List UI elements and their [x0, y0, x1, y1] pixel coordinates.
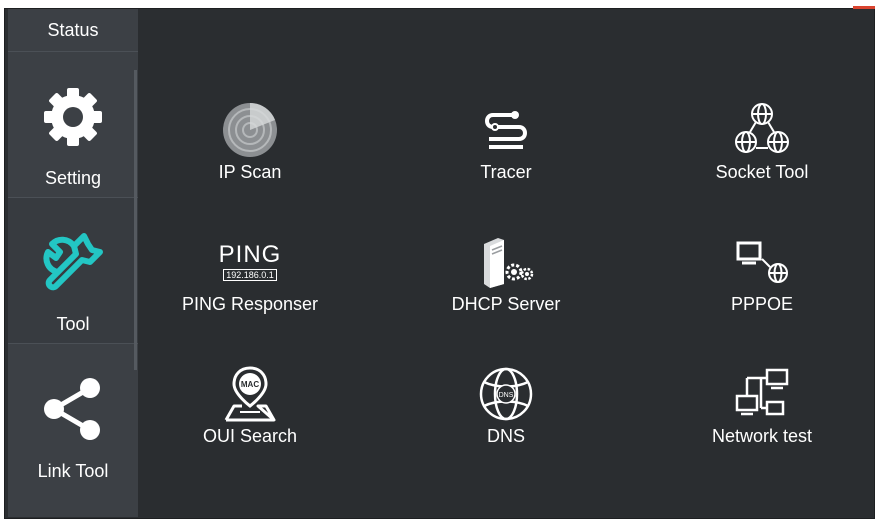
tool-tracer[interactable]: Tracer — [406, 98, 606, 208]
tool-label: Tracer — [480, 162, 532, 182]
globe-network-icon — [730, 98, 794, 162]
status-tab[interactable]: Status — [8, 9, 138, 52]
tool-ping-responser[interactable]: PING 192.186.0.1 PING Responser — [150, 230, 350, 340]
mac-location-icon: MAC — [218, 362, 282, 426]
tool-label: DNS — [486, 426, 525, 446]
tool-network-test[interactable]: Network test — [662, 362, 862, 472]
ping-icon: PING 192.186.0.1 — [218, 230, 282, 294]
dns-globe-icon: DNS — [474, 362, 538, 426]
tool-dhcp-server[interactable]: DHCP Server — [406, 230, 606, 340]
sidebar-item-label: Link Tool — [37, 461, 109, 481]
window-corner-accent — [853, 6, 875, 9]
wrench-icon — [38, 228, 108, 298]
server-gears-icon — [474, 230, 538, 294]
tool-ip-scan[interactable]: IP Scan — [150, 98, 350, 208]
ping-icon-text: PING — [218, 241, 282, 268]
mac-icon-text: MAC — [241, 380, 259, 389]
tool-socket-tool[interactable]: Socket Tool — [662, 98, 862, 208]
ping-icon-address: 192.186.0.1 — [223, 269, 277, 281]
sidebar-item-label: Tool — [56, 314, 90, 334]
share-icon — [38, 374, 108, 444]
dns-icon-text: DNS — [499, 392, 514, 399]
tool-label: PING Responser — [181, 294, 319, 314]
tool-label: Network test — [711, 426, 813, 446]
tool-pppoe[interactable]: PPPOE — [662, 230, 862, 340]
sidebar-item-tool[interactable]: Tool — [8, 198, 138, 344]
sidebar: Status Setting Tool Link Tool — [8, 9, 138, 517]
radar-icon — [218, 98, 282, 162]
sidebar-scrollbar[interactable] — [134, 70, 137, 370]
tool-label: OUI Search — [202, 426, 298, 446]
tool-label: IP Scan — [218, 162, 282, 182]
route-icon — [474, 98, 538, 162]
sidebar-item-setting[interactable]: Setting — [8, 52, 138, 198]
sidebar-item-link-tool[interactable]: Link Tool — [8, 344, 138, 490]
tool-panel: IP Scan Tracer Socket Tool PING 192.186.… — [138, 20, 873, 517]
monitor-globe-icon — [730, 230, 794, 294]
network-computers-icon — [730, 362, 794, 426]
tool-oui-search[interactable]: MAC OUI Search — [150, 362, 350, 472]
tool-label: Socket Tool — [715, 162, 809, 182]
tool-dns[interactable]: DNS DNS — [406, 362, 606, 472]
sidebar-item-label: Setting — [44, 168, 102, 188]
gear-icon — [38, 82, 108, 152]
tool-label: DHCP Server — [451, 294, 561, 314]
tool-label: PPPOE — [730, 294, 794, 314]
